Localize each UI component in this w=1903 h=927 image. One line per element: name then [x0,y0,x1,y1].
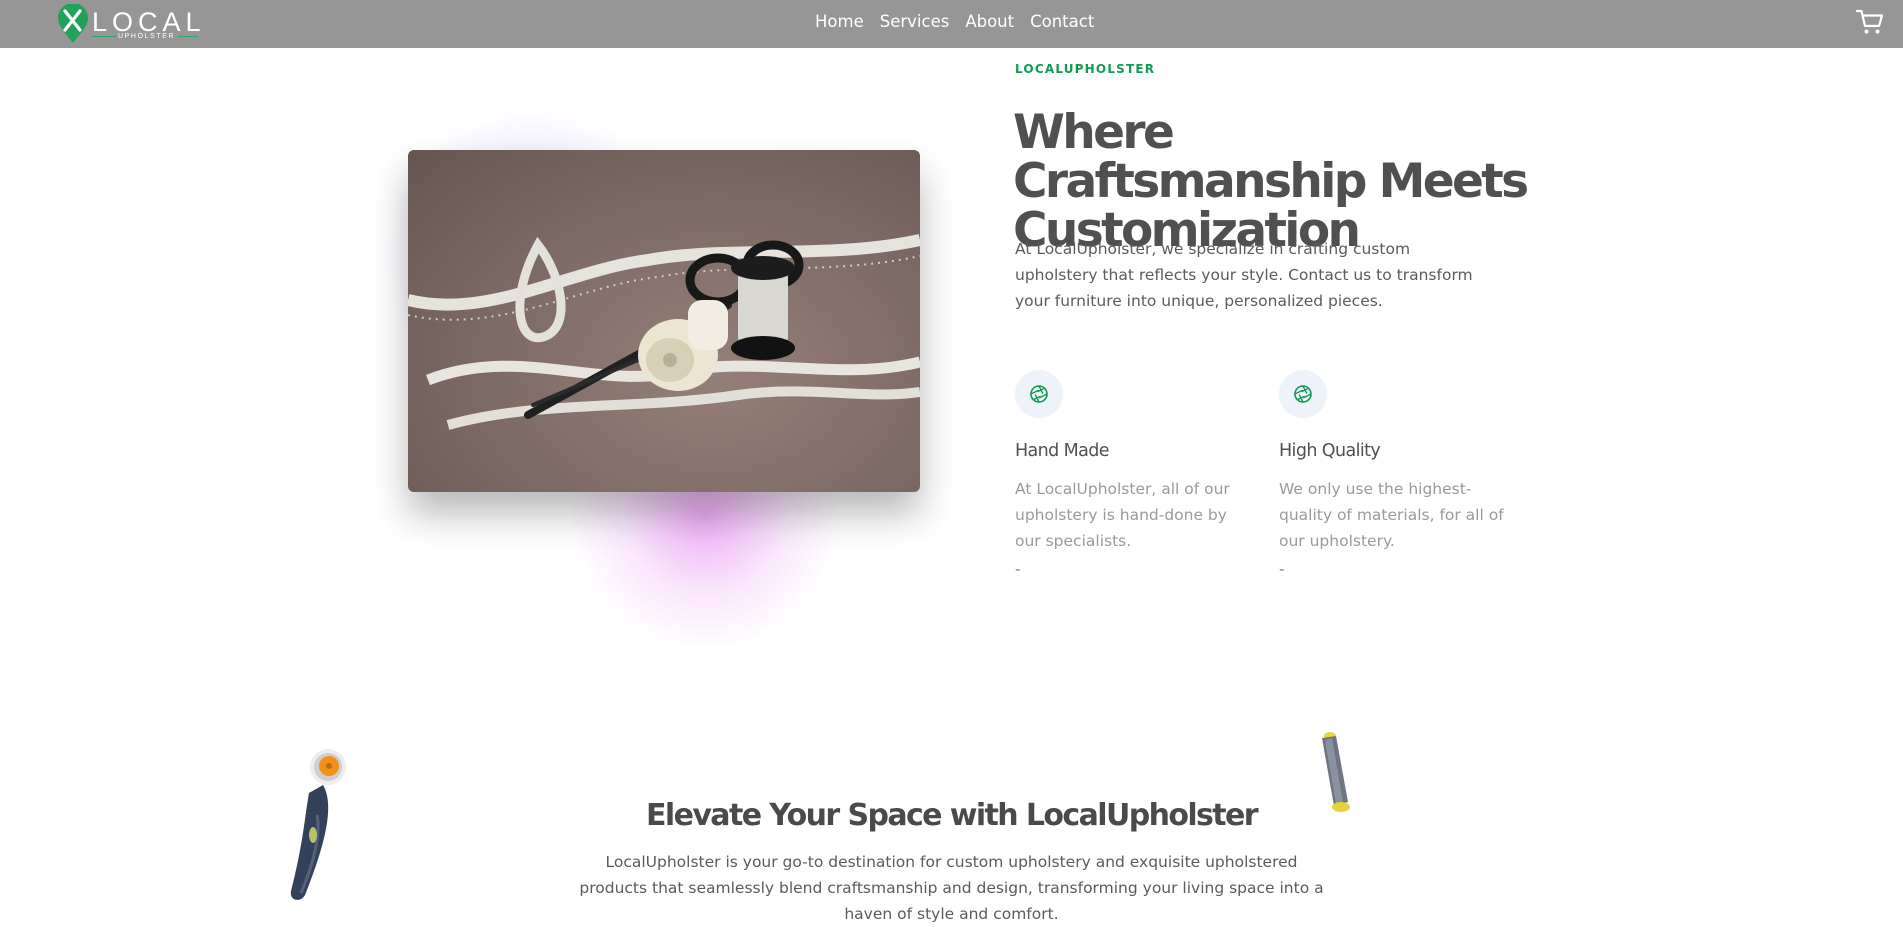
feature-icon-badge [1015,370,1063,418]
hero-title: Where Craftsmanship Meets Customization [1013,105,1529,258]
site-logo[interactable]: LOCAL UPHOLSTER [56,4,206,44]
feature-title: High Quality [1279,441,1381,461]
feature-dash: - [1015,560,1021,578]
nav-services[interactable]: Services [880,11,950,33]
shopping-cart-icon [1855,9,1884,34]
nav-contact[interactable]: Contact [1030,11,1094,33]
section-description: LocalUpholster is your go-to destination… [579,853,1324,923]
site-header: LOCAL UPHOLSTER Home Services About Cont… [0,0,1903,48]
hero-description: At LocalUpholster, we specialize in craf… [1015,240,1473,310]
aperture-icon [1030,385,1048,403]
feature-title: Hand Made [1015,441,1110,461]
cart-button[interactable] [1855,8,1885,36]
main-nav: Home Services About Contact [815,11,1094,33]
logo-rule-left [92,36,116,37]
feature-dash: - [1279,560,1285,578]
logo-wordmark: LOCAL [92,7,206,37]
logo-subtext: UPHOLSTER [118,33,176,40]
location-pin-icon [58,4,88,43]
aperture-icon [1294,385,1312,403]
hero-photo [408,150,920,492]
logo-rule-right [178,36,198,37]
hero-eyebrow: LOCALUPHOLSTER [1015,62,1156,76]
feature-description: At LocalUpholster, all of our upholstery… [1015,480,1230,550]
nav-home[interactable]: Home [815,11,864,33]
nav-about[interactable]: About [965,11,1014,33]
feature-icon-badge [1279,370,1327,418]
tape-measure-scissors-thread-photo [408,234,920,430]
section-title: Elevate Your Space with LocalUpholster [646,798,1259,833]
feature-description: We only use the highest-quality of mater… [1279,480,1504,550]
feature-hand-made: Hand Made At LocalUpholster, all of our … [1015,370,1255,578]
feature-high-quality: High Quality We only use the highest-qua… [1279,370,1519,578]
